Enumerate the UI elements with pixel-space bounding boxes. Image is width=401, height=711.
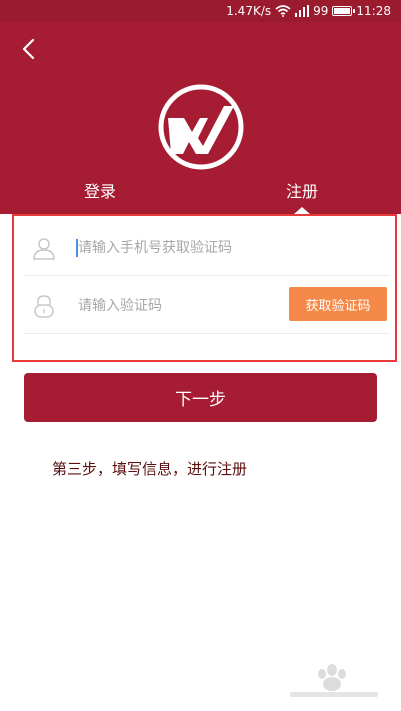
battery-icon — [332, 6, 356, 16]
code-input[interactable] — [78, 290, 278, 322]
header: 登录 注册 — [0, 22, 401, 214]
instruction-caption: 第三步，填写信息，进行注册 — [52, 460, 248, 478]
status-bar-right: 1.47K/s 99 11:28 — [226, 3, 391, 19]
active-tab-indicator — [294, 207, 310, 214]
wifi-icon — [275, 5, 291, 17]
wps-logo — [158, 84, 244, 170]
clock: 11:28 — [356, 4, 391, 18]
phone-input[interactable] — [78, 232, 378, 264]
signal-icon — [295, 5, 310, 17]
phone-row — [24, 218, 390, 276]
lock-icon — [34, 295, 54, 318]
registration-form: 获取验证码 — [12, 214, 397, 362]
signal-text: 99 — [313, 4, 329, 18]
watermark — [290, 664, 378, 697]
user-icon — [33, 238, 55, 260]
get-code-button[interactable]: 获取验证码 — [289, 287, 387, 321]
tab-register[interactable]: 注册 — [272, 178, 332, 204]
status-bar: 1.47K/s 99 11:28 — [0, 0, 401, 22]
code-row: 获取验证码 — [24, 276, 390, 334]
next-step-button[interactable]: 下一步 — [24, 373, 377, 422]
tab-login[interactable]: 登录 — [70, 178, 130, 204]
net-speed: 1.47K/s — [226, 4, 272, 18]
back-arrow-icon[interactable] — [16, 36, 42, 62]
